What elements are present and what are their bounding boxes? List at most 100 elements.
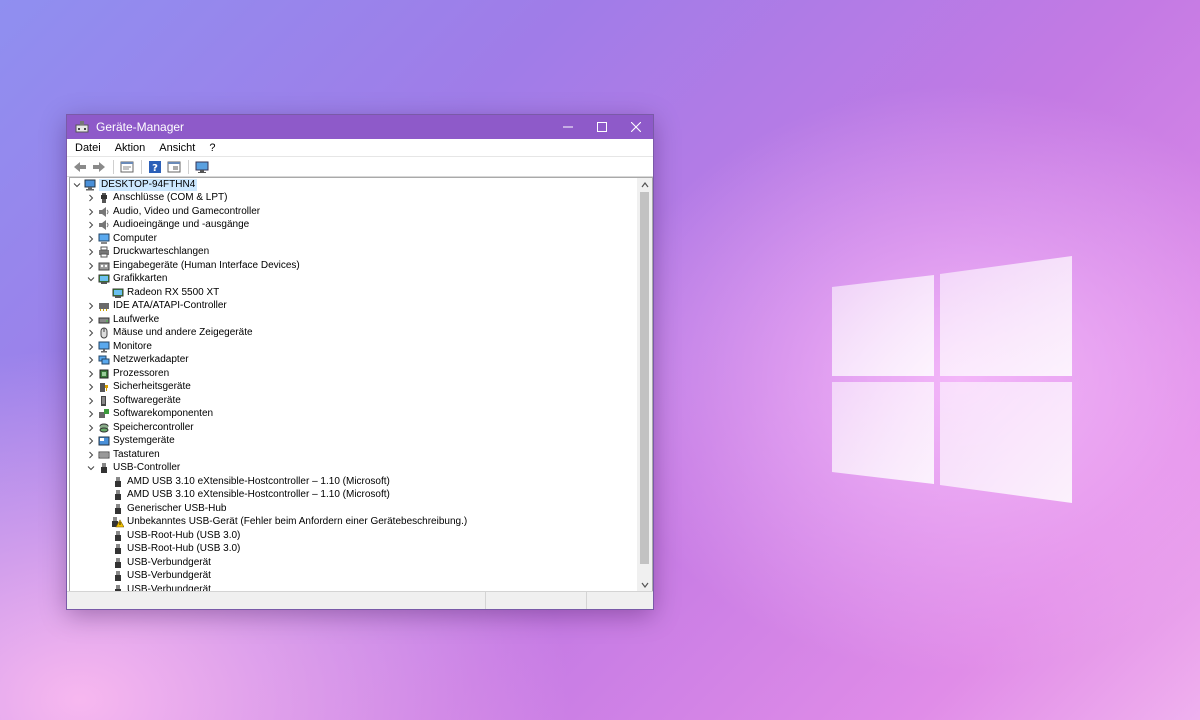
chevron-right-icon[interactable]: [86, 396, 96, 406]
port-icon: [98, 192, 110, 204]
window-title: Geräte-Manager: [96, 120, 185, 134]
tree-item-label: Tastaturen: [113, 448, 160, 460]
tree-category-netzwerkadapter[interactable]: Netzwerkadapter: [70, 354, 636, 368]
tree-item-label: Computer: [113, 232, 157, 244]
chevron-right-icon[interactable]: [86, 234, 96, 244]
status-pane-main: [67, 592, 486, 609]
menu-ansicht[interactable]: Ansicht: [152, 142, 202, 154]
tree-item-label: Softwarekomponenten: [113, 408, 214, 420]
tree-category-ma-use-und-andere-zeigegera-te[interactable]: Mäuse und andere Zeigegeräte: [70, 327, 636, 341]
chevron-right-icon[interactable]: [86, 355, 96, 365]
monitor-icon: [98, 341, 110, 353]
device-tree[interactable]: DESKTOP-94FTHN4 Anschlüsse (COM & LPT) Aud…: [70, 178, 636, 592]
back-arrow-icon[interactable]: [71, 159, 89, 175]
show-hidden-icon[interactable]: [165, 159, 183, 175]
scroll-down-button[interactable]: [637, 578, 652, 592]
tree-category-sicherheitsgera-te[interactable]: Sicherheitsgeräte: [70, 381, 636, 395]
chevron-right-icon[interactable]: [86, 450, 96, 460]
chevron-down-icon[interactable]: [86, 463, 96, 473]
usb-device-icon: [112, 570, 124, 582]
printer-icon: [98, 246, 110, 258]
display-adapter-icon: [112, 287, 124, 299]
tree-category-anschlu-sse-com-lpt[interactable]: Anschlüsse (COM & LPT): [70, 192, 636, 206]
chevron-right-icon[interactable]: [86, 328, 96, 338]
maximize-button[interactable]: [585, 115, 619, 139]
tree-item-label: AMD USB 3.10 eXtensible-Hostcontroller –…: [127, 489, 390, 501]
menu-datei[interactable]: Datei: [67, 142, 108, 154]
scrollbar-thumb[interactable]: [640, 192, 649, 564]
tree-category-laufwerke[interactable]: Laufwerke: [70, 313, 636, 327]
tree-category-usb-controller[interactable]: USB-Controller: [70, 462, 636, 476]
tree-item-label: USB-Root-Hub (USB 3.0): [127, 543, 241, 555]
title-bar[interactable]: Geräte-Manager: [67, 115, 653, 139]
speaker-icon: [98, 219, 110, 231]
help-icon[interactable]: ?: [146, 159, 164, 175]
tree-root-computer[interactable]: DESKTOP-94FTHN4: [70, 178, 636, 192]
forward-arrow-icon[interactable]: [90, 159, 108, 175]
tree-item-label: AMD USB 3.10 eXtensible-Hostcontroller –…: [127, 475, 390, 487]
chevron-right-icon[interactable]: [86, 423, 96, 433]
menu-aktion[interactable]: Aktion: [108, 142, 153, 154]
tree-device-item[interactable]: USB-Verbundgerät: [70, 570, 636, 584]
tree-device-item[interactable]: Generischer USB-Hub: [70, 502, 636, 516]
tree-device-item[interactable]: AMD USB 3.10 eXtensible-Hostcontroller –…: [70, 475, 636, 489]
minimize-button[interactable]: [551, 115, 585, 139]
tree-item-label: Radeon RX 5500 XT: [127, 286, 220, 298]
tree-device-item[interactable]: USB-Root-Hub (USB 3.0): [70, 529, 636, 543]
tree-device-item[interactable]: USB-Verbundgerät: [70, 556, 636, 570]
tree-category-computer[interactable]: Computer: [70, 232, 636, 246]
chevron-right-icon[interactable]: [86, 207, 96, 217]
chevron-right-icon[interactable]: [86, 247, 96, 257]
svg-text:?: ?: [152, 163, 158, 174]
processor-icon: [98, 368, 110, 380]
tree-category-audio-video-und-gamecontroller[interactable]: Audio, Video und Gamecontroller: [70, 205, 636, 219]
tree-category-softwaregera-te[interactable]: Softwaregeräte: [70, 394, 636, 408]
tree-category-druckwarteschlangen[interactable]: Druckwarteschlangen: [70, 246, 636, 260]
tree-item-label: Sicherheitsgeräte: [113, 381, 191, 393]
properties-icon[interactable]: [118, 159, 136, 175]
vertical-scrollbar[interactable]: [637, 178, 652, 592]
chevron-right-icon[interactable]: [86, 382, 96, 392]
chevron-right-icon[interactable]: [86, 369, 96, 379]
chevron-right-icon[interactable]: [86, 301, 96, 311]
tree-device-item[interactable]: AMD USB 3.10 eXtensible-Hostcontroller –…: [70, 489, 636, 503]
tree-device-item[interactable]: USB-Root-Hub (USB 3.0): [70, 543, 636, 557]
chevron-right-icon[interactable]: [86, 193, 96, 203]
tree-category-grafikkarten[interactable]: Grafikkarten: [70, 273, 636, 287]
chevron-right-icon[interactable]: [86, 261, 96, 271]
tree-category-prozessoren[interactable]: Prozessoren: [70, 367, 636, 381]
chevron-right-icon[interactable]: [86, 436, 96, 446]
tree-category-tastaturen[interactable]: Tastaturen: [70, 448, 636, 462]
tree-category-ide-ata-atapi-controller[interactable]: IDE ATA/ATAPI-Controller: [70, 300, 636, 314]
menu-help[interactable]: ?: [202, 142, 222, 154]
tree-item-label: Druckwarteschlangen: [113, 246, 210, 258]
close-button[interactable]: [619, 115, 653, 139]
tree-category-systemgera-te[interactable]: Systemgeräte: [70, 435, 636, 449]
scroll-up-button[interactable]: [637, 178, 652, 192]
chevron-down-icon[interactable]: [72, 180, 82, 190]
chevron-right-icon[interactable]: [86, 315, 96, 325]
tree-category-softwarekomponenten[interactable]: Softwarekomponenten: [70, 408, 636, 422]
monitor-icon[interactable]: [193, 159, 211, 175]
tree-item-label: Audio, Video und Gamecontroller: [113, 205, 261, 217]
tree-category-speichercontroller[interactable]: Speichercontroller: [70, 421, 636, 435]
menu-bar: Datei Aktion Ansicht ?: [67, 139, 653, 156]
chevron-down-icon[interactable]: [86, 274, 96, 284]
tree-device-item[interactable]: Unbekanntes USB-Gerät (Fehler beim Anfor…: [70, 516, 636, 530]
tree-device-item[interactable]: Radeon RX 5500 XT: [70, 286, 636, 300]
chevron-right-icon[interactable]: [86, 220, 96, 230]
usb-warning-icon: [112, 516, 124, 528]
device-tree-panel: DESKTOP-94FTHN4 Anschlüsse (COM & LPT) Aud…: [69, 177, 653, 593]
chevron-right-icon[interactable]: [86, 342, 96, 352]
tree-category-monitore[interactable]: Monitore: [70, 340, 636, 354]
chevron-right-icon[interactable]: [86, 409, 96, 419]
device-manager-window[interactable]: Geräte-Manager Datei Aktion Ansicht ? ?: [67, 115, 653, 609]
tree-category-eingabegera-te-human-interface-devices[interactable]: Eingabegeräte (Human Interface Devices): [70, 259, 636, 273]
tree-category-audioeinga-nge-und-ausga-nge[interactable]: Audioeingänge und -ausgänge: [70, 219, 636, 233]
computer-icon: [98, 233, 110, 245]
